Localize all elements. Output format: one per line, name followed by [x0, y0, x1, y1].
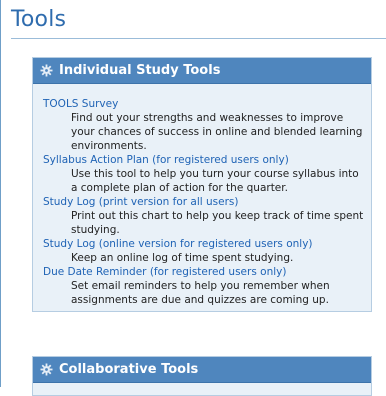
panel-title-collaborative: Collaborative Tools	[59, 362, 199, 377]
gear-icon	[40, 64, 53, 77]
study-log-print-description: Print out this chart to help you keep tr…	[71, 210, 364, 236]
panel-title-individual: Individual Study Tools	[59, 63, 221, 78]
page-title: Tools	[11, 7, 67, 32]
tools-survey-description: Find out your strengths and weaknesses t…	[71, 112, 363, 152]
tool-item-study-log-online: Study Log (online version for registered…	[43, 237, 371, 265]
syllabus-action-plan-link[interactable]: Syllabus Action Plan (for registered use…	[43, 153, 371, 167]
tool-item-due-date-reminder: Due Date Reminder (for registered users …	[43, 265, 371, 307]
due-date-reminder-description: Set email reminders to help you remember…	[71, 280, 330, 306]
collaborative-tools-panel: Collaborative Tools	[32, 356, 372, 396]
panel-header-collaborative: Collaborative Tools	[33, 357, 371, 383]
tool-item-study-log-print: Study Log (print version for all users) …	[43, 195, 371, 237]
tool-item-syllabus-action-plan: Syllabus Action Plan (for registered use…	[43, 153, 371, 195]
tools-survey-link[interactable]: TOOLS Survey	[43, 97, 371, 111]
gear-icon	[40, 363, 53, 376]
page: Tools Individual Study Tools TOOLS Surve…	[0, 0, 386, 396]
syllabus-action-plan-description: Use this tool to help you turn your cour…	[71, 168, 359, 194]
tool-list: TOOLS Survey Find out your strengths and…	[33, 84, 371, 307]
tool-item-tools-survey: TOOLS Survey Find out your strengths and…	[43, 97, 371, 153]
panel-header-individual: Individual Study Tools	[33, 58, 371, 84]
study-log-online-link[interactable]: Study Log (online version for registered…	[43, 237, 371, 251]
due-date-reminder-link[interactable]: Due Date Reminder (for registered users …	[43, 265, 371, 279]
study-log-online-description: Keep an online log of time spent studyin…	[71, 252, 294, 264]
title-divider	[11, 38, 386, 39]
study-log-print-link[interactable]: Study Log (print version for all users)	[43, 195, 371, 209]
individual-study-tools-panel: Individual Study Tools TOOLS Survey Find…	[32, 57, 372, 312]
